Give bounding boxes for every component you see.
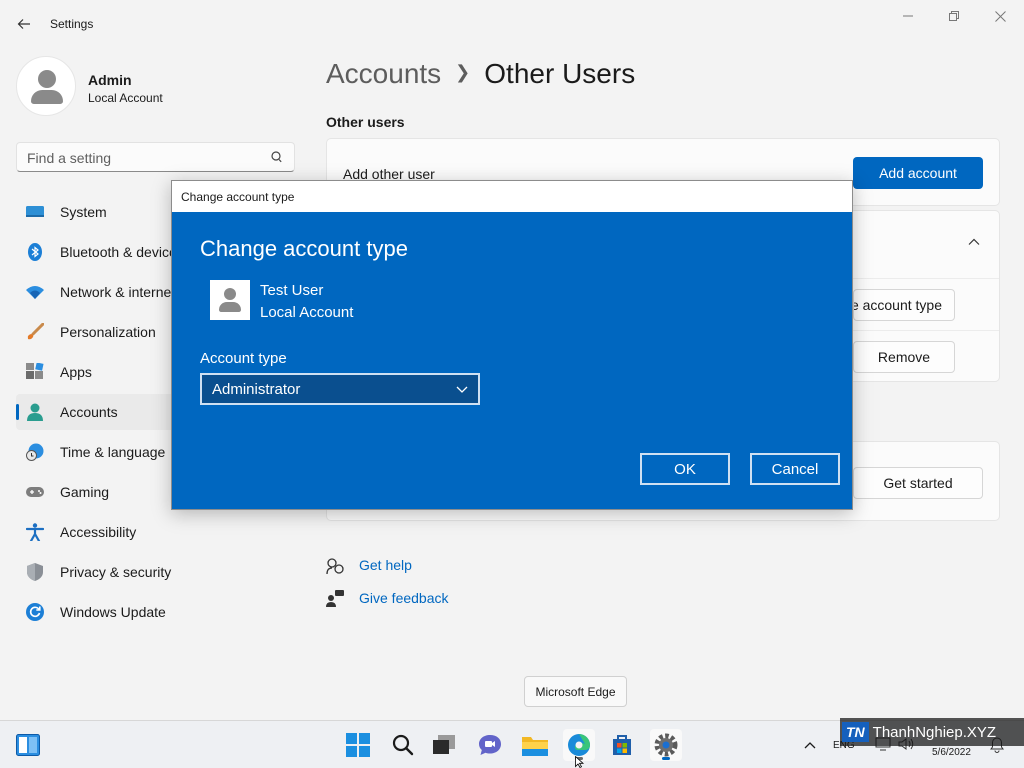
arrow-left-icon [17,19,30,29]
taskbar-tooltip: Microsoft Edge [524,676,627,707]
start-button[interactable] [342,729,374,761]
account-type-select[interactable]: Administrator [200,373,480,405]
watermark-badge: TN [842,722,869,742]
minimize-button[interactable] [888,6,928,26]
search-icon [271,151,282,163]
ok-button[interactable]: OK [640,453,730,485]
wifi-icon [26,286,44,299]
feedback-icon [326,590,344,607]
watermark-text: ThanhNghiep.XYZ [872,723,997,741]
store-icon [613,735,631,755]
sidebar-item-accessibility[interactable]: Accessibility [16,514,296,550]
help-person-icon [326,558,344,575]
sidebar-item-label: Gaming [60,484,110,500]
search-icon [392,734,414,756]
sidebar-item-label: Accessibility [60,524,137,540]
get-help-link[interactable]: Get help [326,557,446,575]
start-icon [346,733,370,757]
change-account-type-dialog: Change account type Change account type … [171,180,853,510]
cancel-button[interactable]: Cancel [750,453,840,485]
breadcrumb-parent[interactable]: Accounts [326,58,441,89]
add-account-button[interactable]: Add account [853,157,983,189]
sidebar-item-windows-update[interactable]: Windows Update [16,594,296,630]
chevron-down-icon [456,386,468,393]
update-icon [26,603,44,621]
settings-button[interactable] [650,729,682,761]
sidebar-item-label: Apps [60,364,92,380]
chevron-up-icon[interactable] [967,235,981,249]
file-explorer-icon [522,737,548,756]
person-icon [27,403,43,421]
monitor-icon [26,206,44,217]
widgets-icon [16,734,40,756]
section-title: Other users [326,114,405,130]
dialog-user-account: Local Account [260,304,354,321]
store-button[interactable] [606,729,638,761]
dialog-heading: Change account type [200,236,408,261]
globe-clock-icon [26,443,44,461]
account-type-label: Account type [200,350,287,367]
sidebar-item-label: Network & internet [60,284,176,300]
chat-icon [479,735,501,755]
search-placeholder: Find a setting [27,150,112,166]
profile-name: Admin [88,72,132,88]
sidebar-item-label: Accounts [60,404,118,420]
dialog-user-name: Test User [260,282,324,299]
sidebar-item-label: System [60,204,107,220]
apps-icon [26,363,44,379]
give-feedback-link[interactable]: Give feedback [326,590,466,608]
sidebar-item-label: Windows Update [60,604,166,620]
dialog-window-title: Change account type [181,190,295,204]
sidebar-item-label: Time & language [60,444,166,460]
remove-button[interactable]: Remove [853,341,955,373]
close-button[interactable] [980,6,1020,26]
accessibility-icon [26,523,44,541]
chevron-right-icon: ❯ [455,62,471,82]
get-started-button[interactable]: Get started [853,467,983,499]
account-type-value: Administrator [212,381,301,398]
app-title: Settings [50,17,94,31]
back-button[interactable] [12,12,36,36]
taskbar-search-button[interactable] [387,729,419,761]
avatar [210,280,250,320]
sidebar-item-label: Privacy & security [60,564,172,580]
page-title: Other Users [484,58,636,89]
bluetooth-icon [28,243,42,261]
give-feedback-label: Give feedback [359,590,449,606]
dialog-title-bar: Change account type [172,181,852,212]
edge-icon [568,734,590,756]
restore-icon [949,11,959,21]
settings-icon [654,733,678,757]
watermark: TN ThanhNghiep.XYZ [840,718,1024,746]
chat-button[interactable] [474,729,506,761]
user-profile[interactable]: Admin Local Account [16,56,276,116]
brush-icon [27,323,44,340]
breadcrumb: Accounts ❯ Other Users [326,58,635,90]
task-view-button[interactable] [428,729,460,761]
widgets-button[interactable] [12,729,44,761]
shield-icon [27,563,43,581]
close-icon [994,10,1006,22]
mouse-cursor-icon [575,756,585,768]
tray-overflow-button[interactable] [796,729,824,761]
task-view-icon [433,735,455,754]
minimize-icon [903,15,913,17]
clock-date[interactable]: 5/6/2022 [932,747,971,758]
title-bar: Settings [0,0,1024,48]
file-explorer-button[interactable] [519,729,551,761]
avatar [16,56,76,116]
profile-account-type: Local Account [88,91,163,105]
gamepad-icon [26,487,44,497]
sidebar-item-label: Personalization [60,324,156,340]
maximize-button[interactable] [934,6,974,26]
change-account-type-button[interactable]: e account type [853,289,955,321]
dialog-body: Change account type Test User Local Acco… [172,212,852,509]
sidebar-item-label: Bluetooth & devices [60,244,184,260]
get-help-label: Get help [359,557,412,573]
chevron-up-icon [804,742,816,749]
sidebar-item-privacy-security[interactable]: Privacy & security [16,554,296,590]
search-input[interactable]: Find a setting [16,142,295,172]
